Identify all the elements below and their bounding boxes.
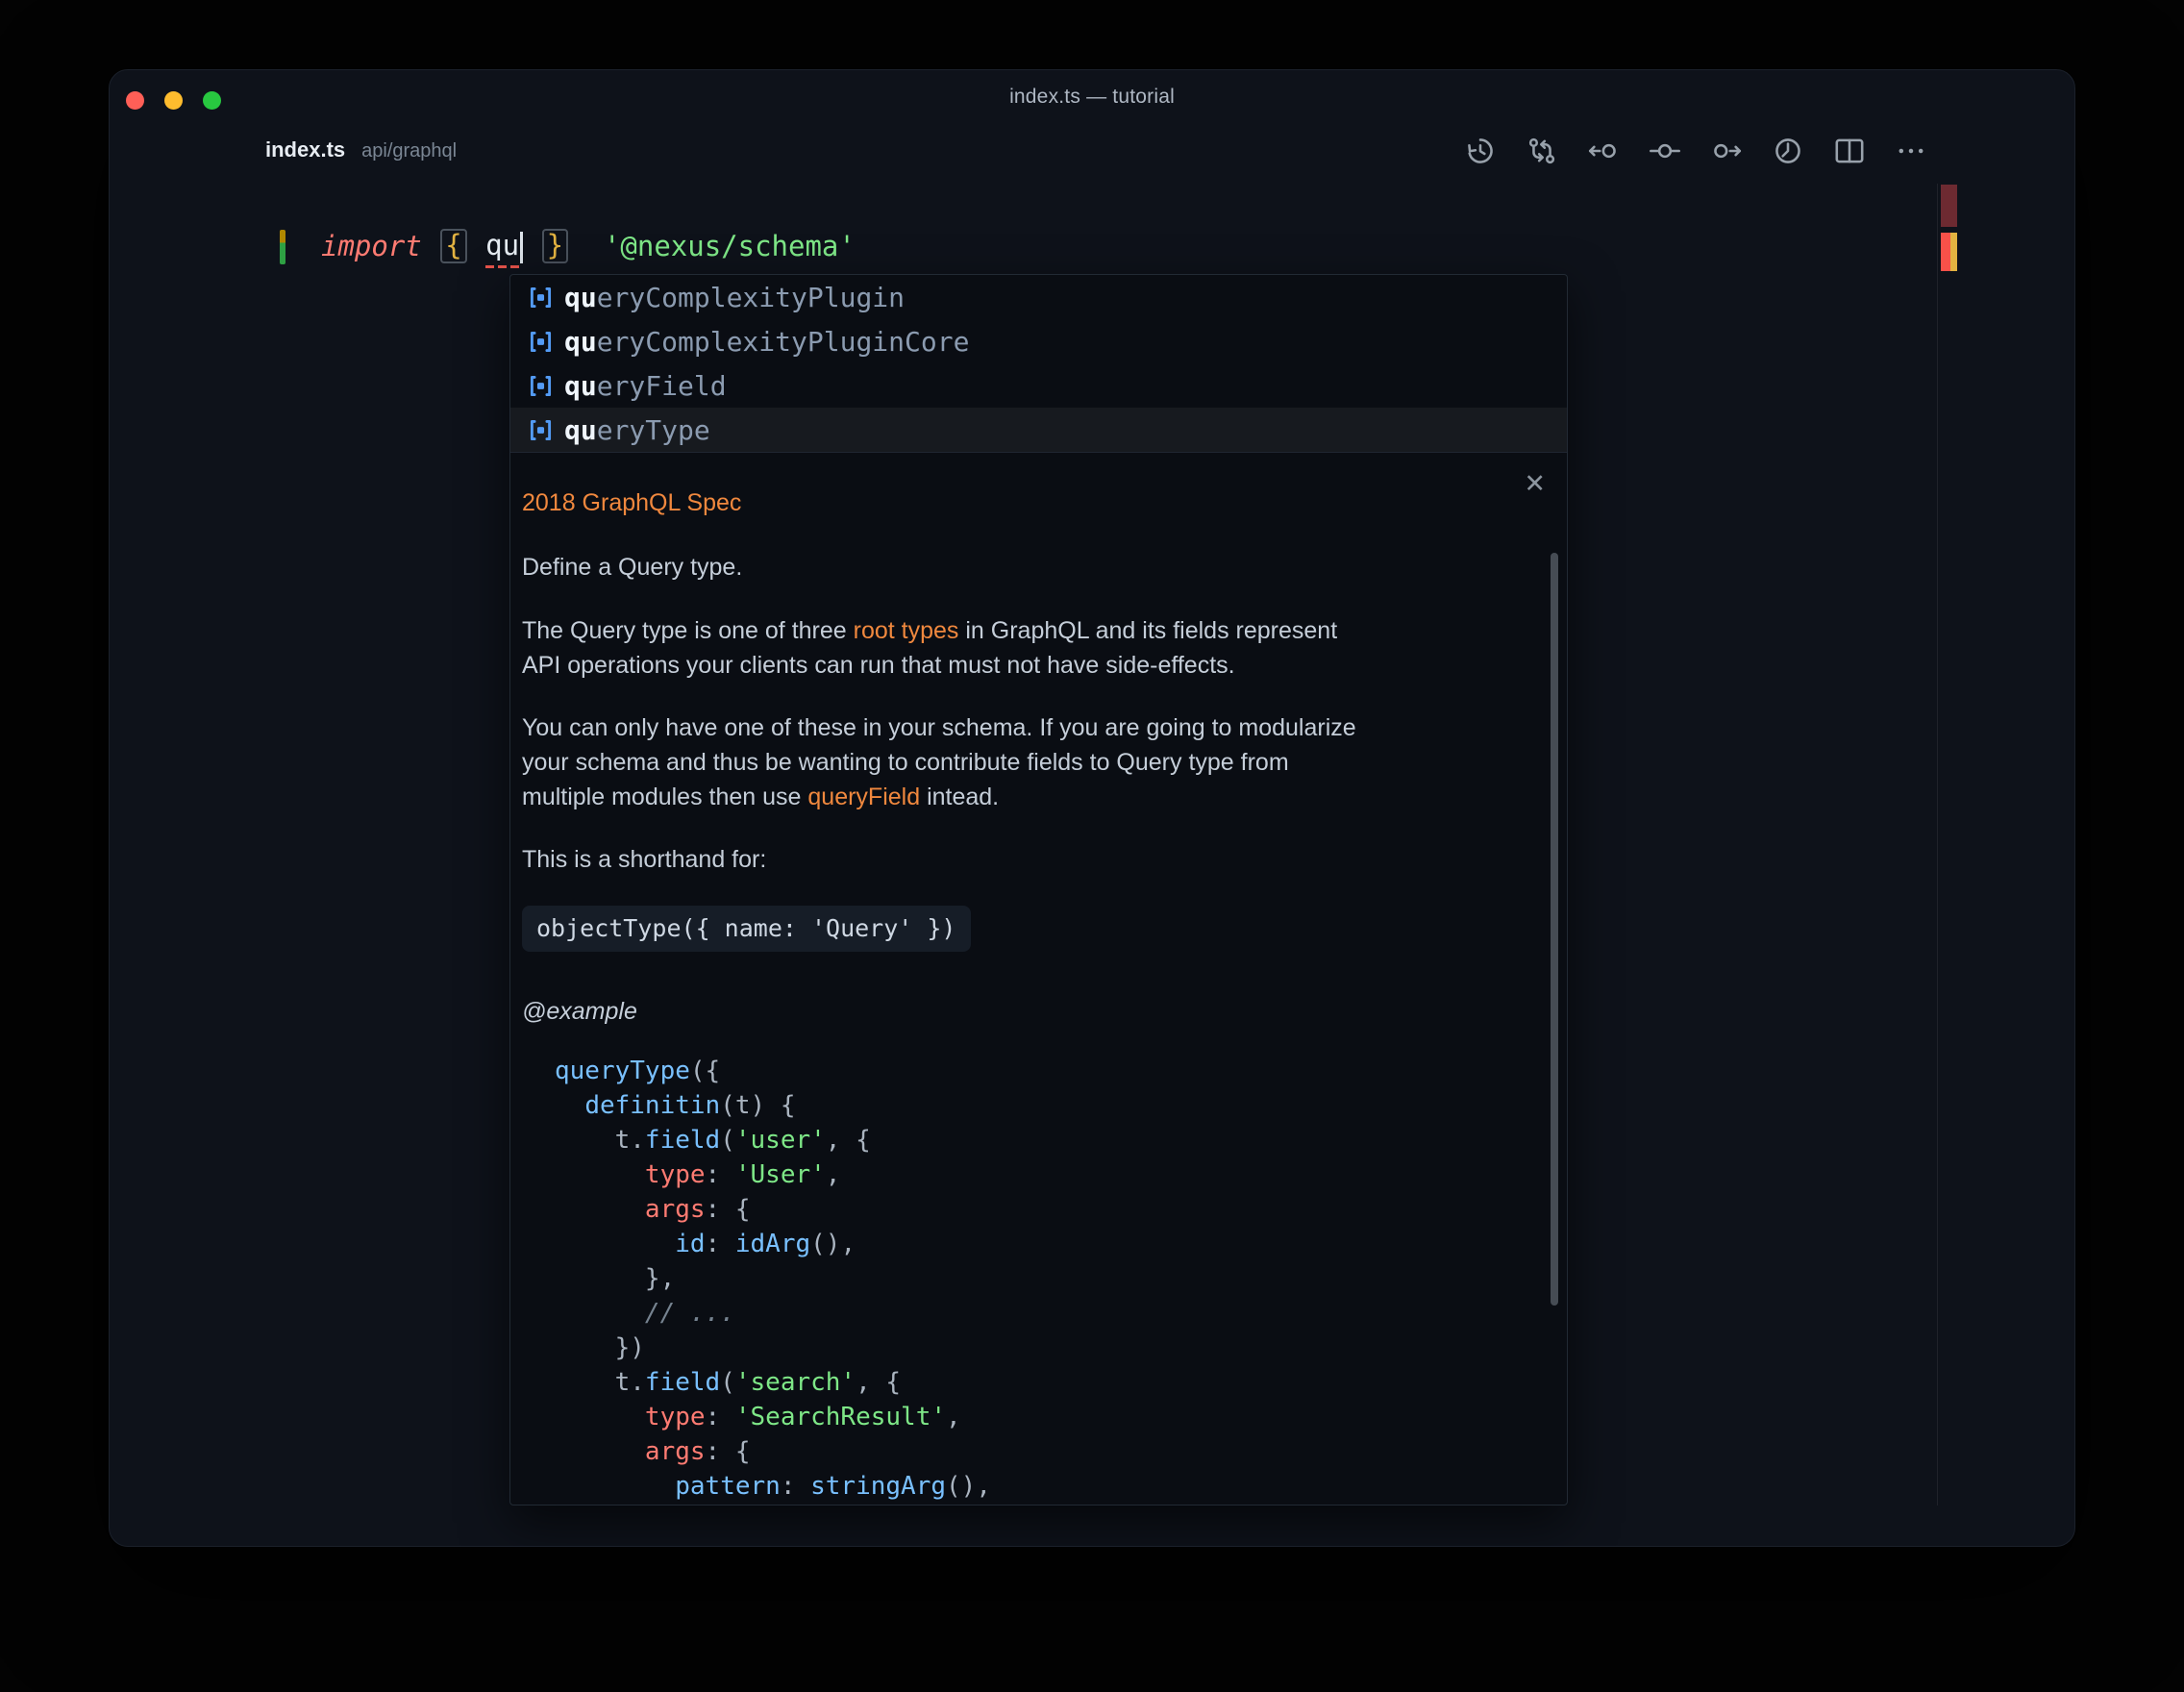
queryField-link[interactable]: queryField bbox=[807, 784, 920, 810]
window-title: index.ts — tutorial bbox=[110, 86, 2074, 109]
docs-text: The Query type is one of three bbox=[522, 617, 854, 644]
inline-code-chip: objectType({ name: 'Query' }) bbox=[522, 906, 971, 952]
ruler-mark-red-yellow bbox=[1941, 233, 1957, 271]
overview-ruler[interactable] bbox=[1937, 184, 1977, 1505]
open-brace-bracket-match: { bbox=[440, 229, 466, 263]
editor-line-1[interactable]: import { qu } '@nexus/schema' bbox=[321, 226, 856, 266]
text-cursor bbox=[520, 232, 523, 263]
code-space bbox=[469, 230, 485, 262]
gutter-change-indicator bbox=[280, 230, 285, 264]
example-code-block: queryType({ definitin(t) { t.field('user… bbox=[555, 1054, 1525, 1505]
step-forward-icon[interactable] bbox=[1709, 134, 1744, 168]
history-icon[interactable] bbox=[1463, 134, 1498, 168]
desktop-background: index.ts — tutorial index.ts api/graphql bbox=[0, 0, 2184, 1692]
breadcrumb: index.ts api/graphql bbox=[265, 137, 457, 162]
suggestion-item-queryField[interactable]: queryField bbox=[510, 363, 1567, 408]
step-back-icon[interactable] bbox=[1586, 134, 1621, 168]
close-icon[interactable]: ✕ bbox=[1524, 466, 1546, 501]
docs-text: multiple modules then use bbox=[522, 784, 807, 810]
docs-paragraph-1: Define a Query type. bbox=[522, 550, 1493, 585]
suggestion-docs-panel: ✕ 2018 GraphQL Spec Define a Query type.… bbox=[510, 452, 1567, 1505]
suggestion-label: queryComplexityPluginCore bbox=[564, 326, 969, 358]
code-space bbox=[523, 230, 539, 262]
suggestion-label: queryField bbox=[564, 370, 727, 402]
typed-text-with-error: qu bbox=[485, 229, 523, 263]
docs-heading-link[interactable]: 2018 GraphQL Spec bbox=[522, 485, 1525, 520]
docs-scrollbar[interactable] bbox=[1551, 553, 1558, 1306]
example-tag: @example bbox=[522, 994, 1525, 1029]
docs-paragraph-2: The Query type is one of three root type… bbox=[522, 613, 1493, 683]
code-space bbox=[570, 230, 604, 262]
module-string: '@nexus/schema' bbox=[604, 230, 856, 262]
docs-text: You can only have one of these in your s… bbox=[522, 714, 1356, 741]
import-keyword: import bbox=[321, 230, 422, 262]
docs-text: intead. bbox=[920, 784, 999, 810]
more-actions-icon[interactable] bbox=[1894, 134, 1928, 168]
editor-toolbar bbox=[1463, 134, 1928, 168]
ruler-mark-dark-red bbox=[1941, 185, 1957, 227]
docs-text: in GraphQL and its fields represent bbox=[958, 617, 1337, 644]
editor-window: index.ts — tutorial index.ts api/graphql bbox=[109, 69, 2075, 1547]
split-editor-icon[interactable] bbox=[1832, 134, 1867, 168]
docs-text: your schema and thus be wanting to contr… bbox=[522, 749, 1289, 776]
compare-changes-icon[interactable] bbox=[1525, 134, 1559, 168]
suggestion-kind-icon bbox=[528, 417, 554, 443]
clock-icon[interactable] bbox=[1771, 134, 1805, 168]
suggestion-kind-icon bbox=[528, 285, 554, 311]
code-space bbox=[422, 230, 438, 262]
breadcrumb-file-path[interactable]: api/graphql bbox=[361, 140, 457, 162]
breadcrumb-file-name[interactable]: index.ts bbox=[265, 137, 345, 162]
close-brace-bracket-match: } bbox=[542, 229, 568, 263]
root-types-link[interactable]: root types bbox=[854, 617, 959, 644]
suggestion-label: queryComplexityPlugin bbox=[564, 282, 905, 313]
suggestion-kind-icon bbox=[528, 329, 554, 355]
suggestion-list: queryComplexityPlugin queryComplexityPlu… bbox=[510, 275, 1567, 452]
suggestion-item-queryComplexityPluginCore[interactable]: queryComplexityPluginCore bbox=[510, 319, 1567, 363]
suggestion-kind-icon bbox=[528, 373, 554, 399]
docs-paragraph-3: You can only have one of these in your s… bbox=[522, 710, 1493, 814]
suggestion-item-queryComplexityPlugin[interactable]: queryComplexityPlugin bbox=[510, 275, 1567, 319]
docs-paragraph-4: This is a shorthand for: bbox=[522, 842, 1493, 877]
commit-icon[interactable] bbox=[1648, 134, 1682, 168]
window-titlebar[interactable]: index.ts — tutorial bbox=[110, 70, 2074, 124]
suggest-widget: queryComplexityPlugin queryComplexityPlu… bbox=[509, 274, 1568, 1505]
docs-text: API operations your clients can run that… bbox=[522, 652, 1235, 679]
suggestion-item-queryType[interactable]: queryType bbox=[510, 408, 1567, 452]
suggestion-label: queryType bbox=[564, 414, 710, 446]
